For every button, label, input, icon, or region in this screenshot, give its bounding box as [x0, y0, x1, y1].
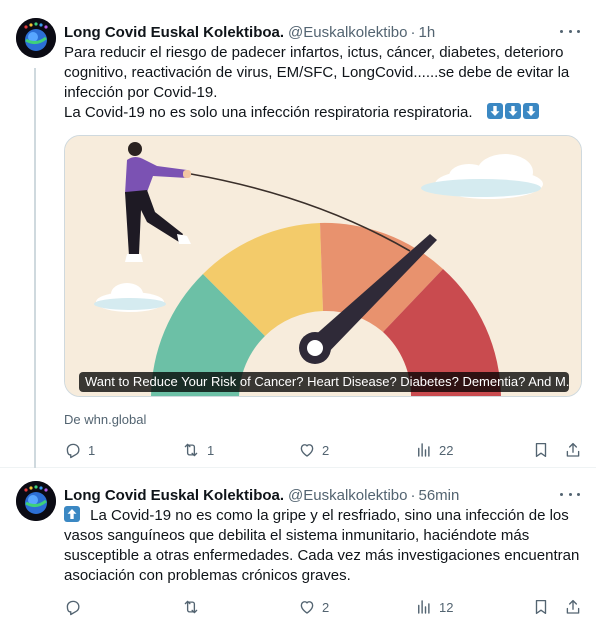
- share-icon: [566, 442, 580, 457]
- tweet[interactable]: Long Covid Euskal Kolektiboa. @Euskalkol…: [0, 469, 596, 630]
- timestamp[interactable]: 1h: [418, 24, 435, 41]
- bookmark-icon: [535, 442, 547, 458]
- tweet-text: La Covid-19 no es como la gripe y el res…: [64, 506, 580, 586]
- like-count: 2: [322, 599, 330, 615]
- tweet-text-line: susceptible a otras enfermedades. Cada v…: [64, 547, 580, 564]
- like-icon: [300, 601, 314, 614]
- tweet-text-line: La Covid-19 no es solo una infección res…: [64, 103, 578, 123]
- separator: ·: [410, 486, 416, 504]
- author-name[interactable]: Long Covid Euskal Kolektiboa.: [64, 487, 284, 504]
- separator: ·: [410, 23, 416, 41]
- like-count: 2: [322, 442, 330, 458]
- repost-count: 1: [207, 442, 215, 458]
- tweet-text-line: asociación con problemas crónicos graves…: [64, 567, 351, 584]
- views-icon: [418, 600, 430, 614]
- author-handle[interactable]: @Euskalkolektibo: [288, 24, 407, 41]
- more-icon[interactable]: [560, 487, 580, 501]
- reply-button[interactable]: 1: [64, 440, 95, 460]
- action-bar: 1 1 2 22: [64, 440, 584, 460]
- like-icon: [300, 444, 314, 457]
- risk-gauge-illustration: [65, 136, 581, 396]
- tweet[interactable]: Long Covid Euskal Kolektiboa. @Euskalkol…: [0, 0, 596, 468]
- down-arrow-emoji: [487, 103, 504, 119]
- views-button[interactable]: 12: [415, 597, 453, 617]
- reply-icon: [66, 600, 80, 616]
- share-button[interactable]: [564, 440, 582, 460]
- card-title[interactable]: Want to Reduce Your Risk of Cancer? Hear…: [79, 372, 569, 392]
- repost-button[interactable]: [181, 597, 207, 617]
- share-icon: [566, 599, 580, 614]
- timestamp[interactable]: 56min: [418, 487, 459, 504]
- tweet-header: Long Covid Euskal Kolektiboa. @Euskalkol…: [64, 22, 580, 42]
- down-arrow-emoji: [523, 103, 540, 119]
- down-arrow-emoji: [505, 103, 522, 119]
- tweet-text-line: cognitivo, reactivación de virus, EM/SFC…: [64, 64, 570, 81]
- author-avatar[interactable]: [16, 18, 56, 58]
- tweet-text-line: La Covid-19 no es como la gripe y el res…: [64, 506, 578, 526]
- reply-count: 1: [88, 442, 96, 458]
- repost-icon: [184, 600, 198, 614]
- tweet-text-line: infección por Covid-19.: [64, 84, 218, 101]
- tweet-text-fragment: La Covid-19 no es solo una infección res…: [64, 104, 473, 121]
- repost-button[interactable]: 1: [181, 440, 214, 460]
- more-icon[interactable]: [560, 24, 580, 38]
- card-source[interactable]: De whn.global: [64, 412, 146, 427]
- up-arrow-emoji: [64, 506, 80, 522]
- repost-icon: [184, 443, 198, 457]
- share-button[interactable]: [564, 597, 582, 617]
- views-count: 22: [439, 442, 454, 458]
- tweet-header: Long Covid Euskal Kolektiboa. @Euskalkol…: [64, 485, 580, 505]
- action-bar: 2 12: [64, 597, 584, 617]
- thread-connector: [34, 68, 36, 468]
- link-card[interactable]: Want to Reduce Your Risk of Cancer? Hear…: [64, 135, 582, 397]
- author-name[interactable]: Long Covid Euskal Kolektiboa.: [64, 24, 284, 41]
- views-icon: [418, 443, 430, 457]
- views-button[interactable]: 22: [415, 440, 453, 460]
- tweet-text-line: vasos sanguíneos que debilita el sistema…: [64, 527, 530, 544]
- tweet-text: Para reducir el riesgo de padecer infart…: [64, 43, 578, 123]
- author-avatar[interactable]: [16, 481, 56, 521]
- views-count: 12: [439, 599, 454, 615]
- bookmark-button[interactable]: [532, 440, 550, 460]
- reply-icon: [66, 443, 80, 459]
- reply-button[interactable]: [64, 597, 88, 617]
- bookmark-icon: [535, 599, 547, 615]
- bookmark-button[interactable]: [532, 597, 550, 617]
- like-button[interactable]: 2: [298, 440, 329, 460]
- like-button[interactable]: 2: [298, 597, 329, 617]
- tweet-text-line: Para reducir el riesgo de padecer infart…: [64, 44, 564, 61]
- tweet-text-fragment: La Covid-19 no es como la gripe y el res…: [90, 507, 569, 524]
- author-handle[interactable]: @Euskalkolektibo: [288, 487, 407, 504]
